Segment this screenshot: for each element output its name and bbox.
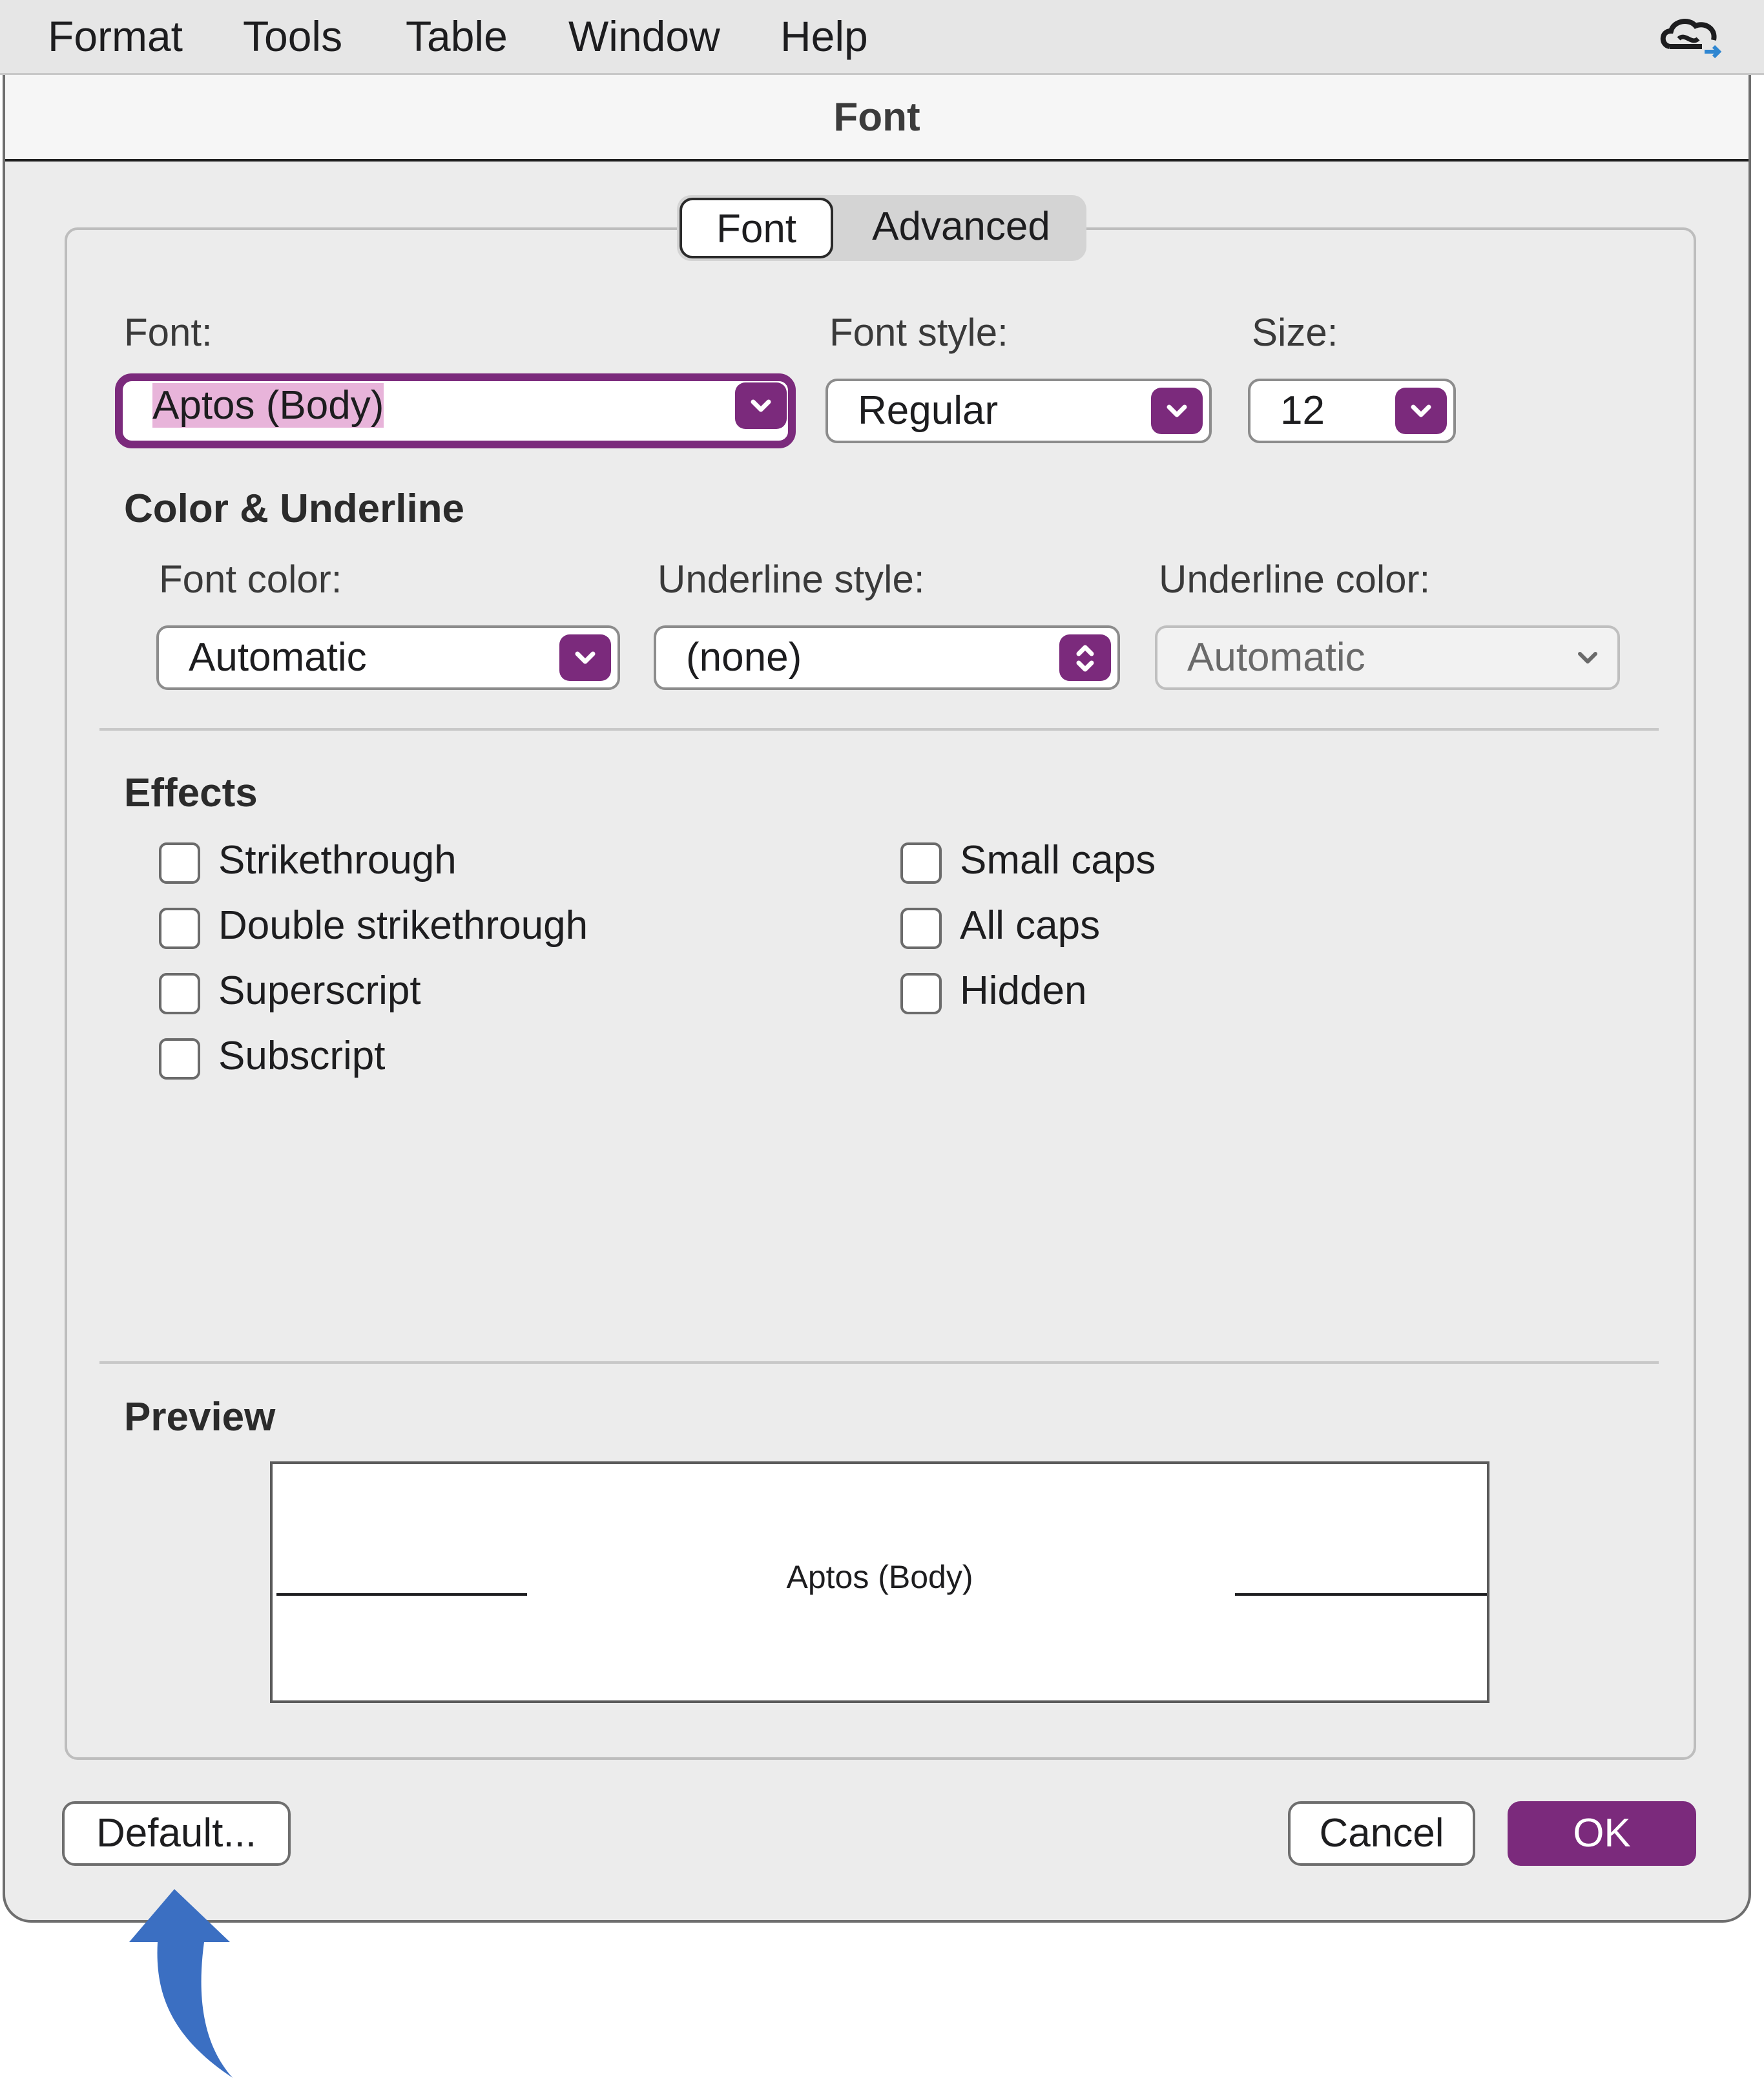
font-name-popup[interactable]: Aptos (Body) — [115, 373, 796, 448]
underline-color-value: Automatic — [1187, 635, 1365, 680]
size-popup[interactable]: 12 — [1248, 379, 1456, 443]
size-label: Size: — [1252, 311, 1338, 354]
chevron-down-icon — [1578, 652, 1597, 664]
font-style-value: Regular — [858, 388, 999, 433]
dialog-title: Font — [833, 95, 920, 140]
underline-color-label: Underline color: — [1159, 558, 1431, 601]
checkbox-box[interactable] — [159, 842, 200, 884]
subscript-label[interactable]: Subscript — [218, 1033, 385, 1079]
underline-style-label: Underline style: — [658, 558, 925, 601]
preview-heading: Preview — [124, 1395, 276, 1439]
font-name-dropdown-button[interactable] — [735, 382, 787, 429]
size-dropdown-button[interactable] — [1395, 388, 1447, 434]
small-caps-label[interactable]: Small caps — [960, 837, 1156, 883]
chevron-down-icon — [1167, 404, 1187, 417]
font-style-popup[interactable]: Regular — [825, 379, 1212, 443]
double-strikethrough-label[interactable]: Double strikethrough — [218, 903, 588, 948]
creative-cloud-sync-icon[interactable] — [1657, 13, 1728, 65]
up-down-chevron-icon — [1076, 645, 1094, 672]
menu-help[interactable]: Help — [780, 9, 868, 63]
font-color-label: Font color: — [159, 558, 342, 601]
tab-font[interactable]: Font — [680, 198, 833, 258]
preview-sample-text: Aptos (Body) — [786, 1559, 973, 1595]
font-color-value: Automatic — [189, 635, 367, 680]
checkbox-box[interactable] — [159, 908, 200, 949]
default-button[interactable]: Default... — [62, 1801, 291, 1866]
checkbox-box[interactable] — [159, 1038, 200, 1080]
preview-box: Aptos (Body) — [270, 1461, 1489, 1703]
checkbox-box[interactable] — [900, 908, 942, 949]
preview-baseline-right — [1235, 1593, 1487, 1596]
ok-button[interactable]: OK — [1508, 1801, 1696, 1866]
menu-window[interactable]: Window — [568, 9, 720, 63]
font-dialog: Font Font Advanced Font: Font style: Siz… — [3, 75, 1751, 1923]
divider — [99, 728, 1659, 731]
dialog-titlebar: Font — [5, 75, 1748, 162]
all-caps-label[interactable]: All caps — [960, 903, 1100, 948]
underline-color-popup: Automatic — [1155, 625, 1620, 690]
underline-style-value: (none) — [686, 635, 802, 680]
menu-table[interactable]: Table — [406, 9, 508, 63]
font-style-label: Font style: — [829, 311, 1008, 354]
underline-style-stepper-button[interactable] — [1059, 634, 1111, 681]
chevron-down-icon — [575, 651, 596, 664]
font-name-value: Aptos (Body) — [152, 383, 384, 428]
effects-heading: Effects — [124, 771, 258, 815]
hidden-label[interactable]: Hidden — [960, 968, 1086, 1014]
checkbox-box[interactable] — [900, 973, 942, 1014]
menu-format[interactable]: Format — [48, 9, 183, 63]
divider — [99, 1361, 1659, 1364]
cancel-button[interactable]: Cancel — [1288, 1801, 1475, 1866]
font-color-popup[interactable]: Automatic — [156, 625, 620, 690]
font-color-dropdown-button[interactable] — [559, 634, 611, 681]
underline-style-popup[interactable]: (none) — [654, 625, 1120, 690]
strikethrough-label[interactable]: Strikethrough — [218, 837, 457, 883]
font-label: Font: — [124, 311, 213, 354]
tab-advanced[interactable]: Advanced — [838, 195, 1084, 261]
tab-bar: Font Advanced — [677, 195, 1086, 261]
superscript-label[interactable]: Superscript — [218, 968, 421, 1014]
font-style-dropdown-button[interactable] — [1151, 388, 1203, 434]
menu-tools[interactable]: Tools — [243, 9, 342, 63]
annotation-arrow-icon — [129, 1889, 233, 2078]
color-underline-heading: Color & Underline — [124, 486, 465, 531]
chevron-down-icon — [1411, 404, 1431, 417]
chevron-down-icon — [751, 399, 771, 412]
checkbox-box[interactable] — [900, 842, 942, 884]
size-value: 12 — [1280, 388, 1325, 433]
menu-bar: Format Tools Table Window Help — [0, 0, 1764, 75]
checkbox-box[interactable] — [159, 973, 200, 1014]
